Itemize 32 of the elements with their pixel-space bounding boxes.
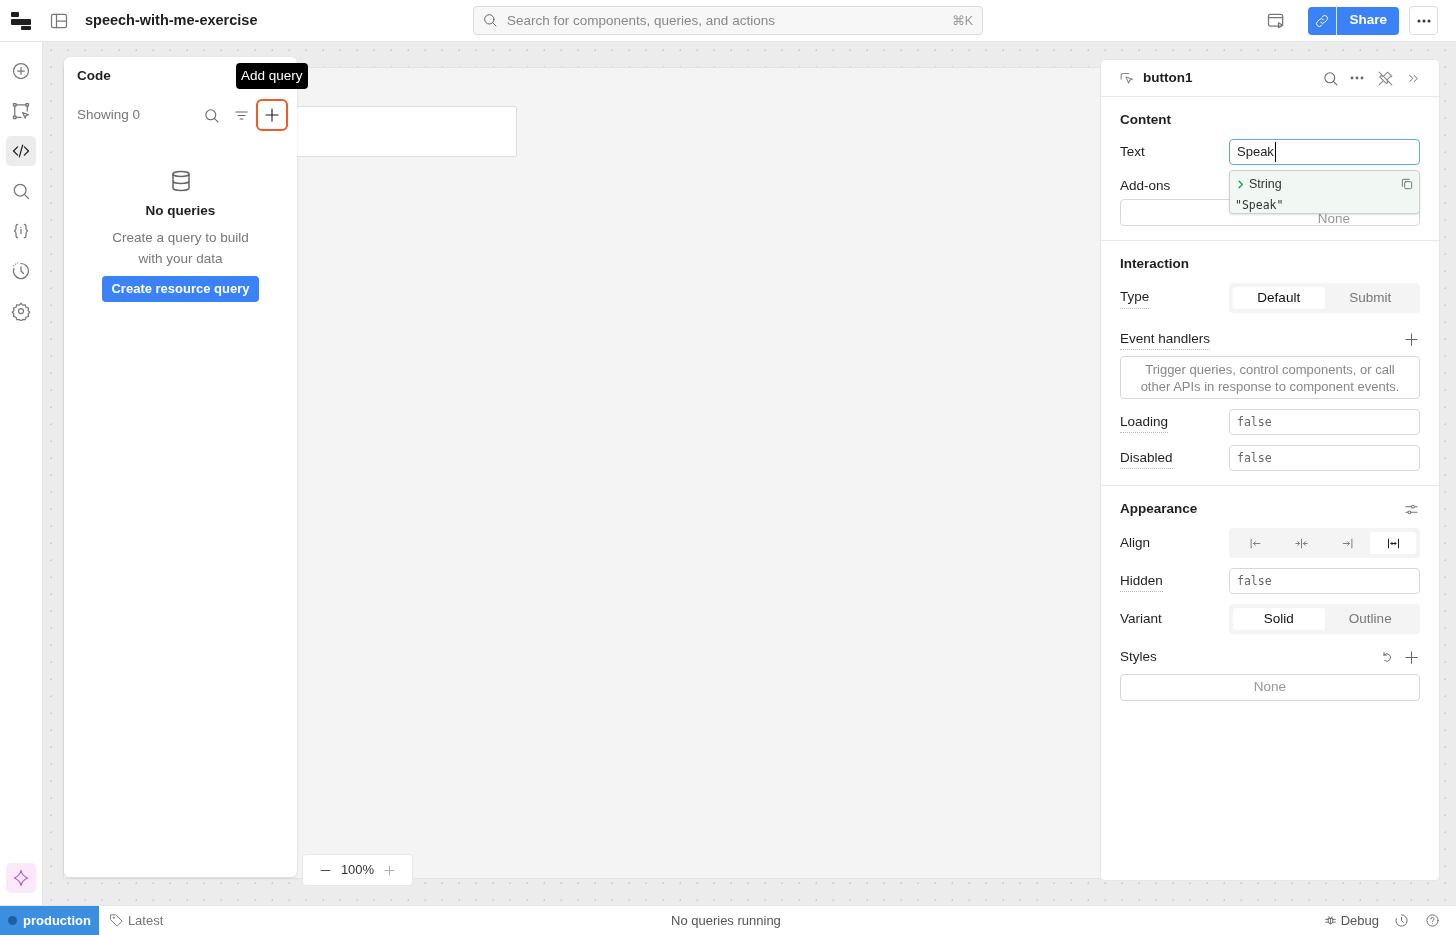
field-label: Align bbox=[1120, 534, 1151, 553]
field-value: Speak bbox=[1237, 142, 1276, 162]
field-value: false bbox=[1237, 449, 1272, 467]
empty-value: None bbox=[1253, 677, 1287, 696]
empty-value: None bbox=[1316, 211, 1351, 225]
shortcut-hint: ⌘K bbox=[951, 13, 973, 30]
query-count: Showing 0 bbox=[77, 106, 141, 125]
empty-description: Create a query to build with your data bbox=[111, 228, 250, 268]
section-title: Content bbox=[1120, 110, 1171, 129]
field-label: Add-ons bbox=[1120, 176, 1171, 195]
field-label: Hidden bbox=[1120, 570, 1163, 592]
empty-hint: Trigger queries, control components, or call other APIs in response to component events. bbox=[1139, 360, 1401, 395]
section-title: Interaction bbox=[1120, 254, 1189, 273]
field-label: Type bbox=[1120, 287, 1150, 309]
field-label: Text bbox=[1120, 142, 1145, 161]
field-value: false bbox=[1237, 572, 1272, 590]
component-name: button1 bbox=[1143, 68, 1193, 87]
field-label: Disabled bbox=[1120, 447, 1173, 469]
panel-title: Code bbox=[77, 67, 111, 85]
field-label: Variant bbox=[1120, 610, 1162, 629]
status-text: No queries running bbox=[671, 911, 781, 930]
field-value: false bbox=[1237, 413, 1272, 431]
app-title: speech-with-me-exercise bbox=[85, 10, 258, 30]
tooltip: Add query bbox=[236, 63, 308, 90]
field-label: Loading bbox=[1120, 411, 1169, 433]
value-preview: "Speak" bbox=[1235, 196, 1285, 214]
field-label: Event handlers bbox=[1120, 329, 1211, 351]
zoom-level: 100% bbox=[340, 861, 375, 880]
value-type: String bbox=[1249, 176, 1282, 193]
field-label: Styles bbox=[1120, 648, 1157, 667]
empty-title: No queries bbox=[145, 202, 216, 221]
section-title: Appearance bbox=[1120, 500, 1198, 519]
